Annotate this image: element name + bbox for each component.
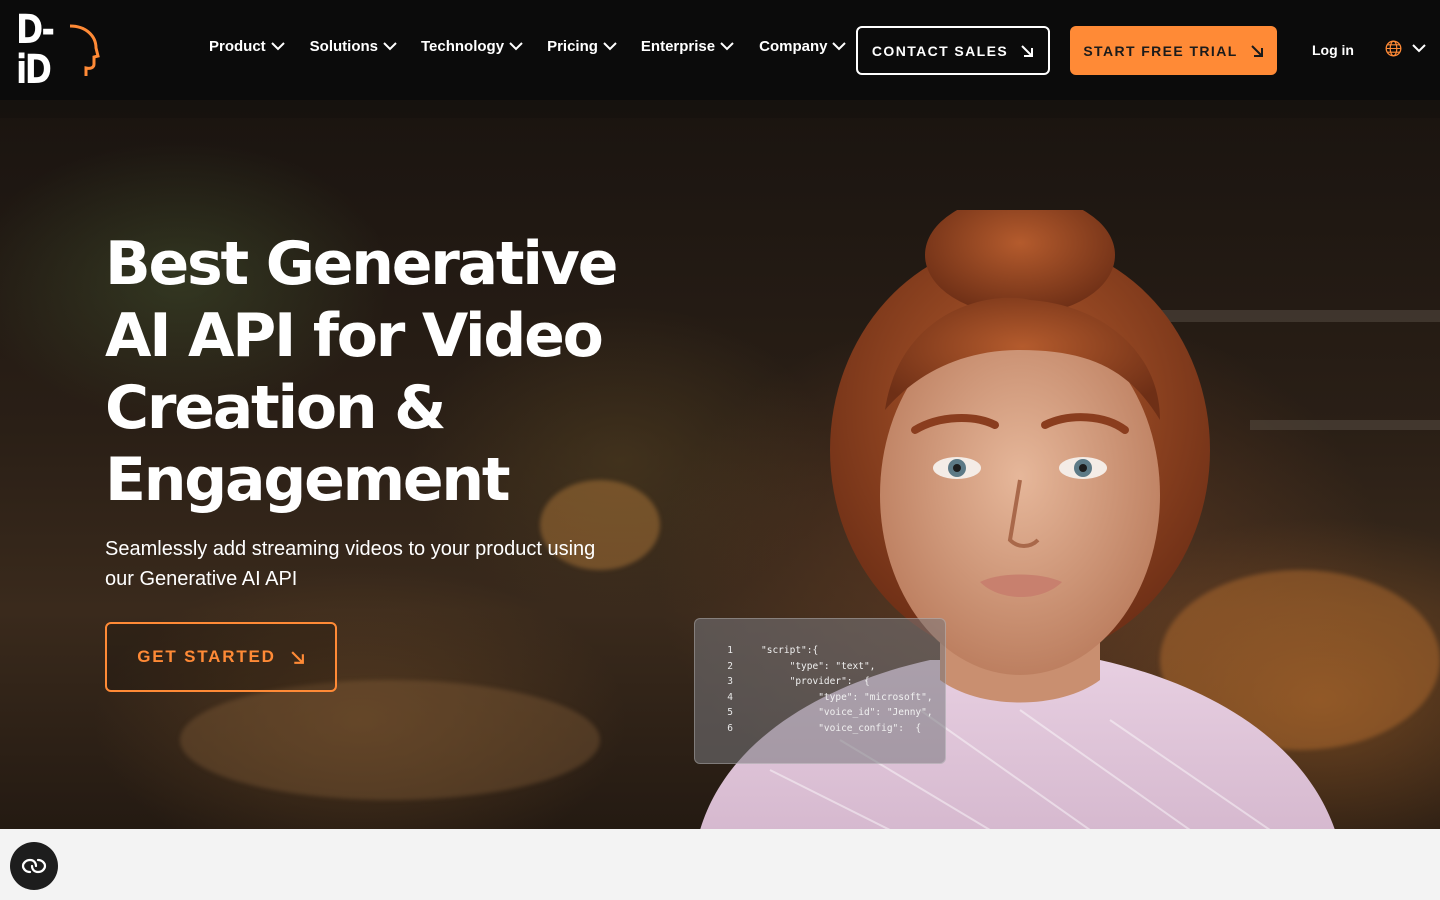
get-started-label: GET STARTED	[137, 647, 276, 666]
hero-section: Best Generative AI API for Video Creatio…	[0, 100, 1440, 829]
code-snippet-card: 1 "script":{ 2 "type": "text", 3 "provid…	[694, 618, 946, 764]
code-line-number: 5	[727, 707, 733, 719]
code-line: 6 "voice_config": {	[695, 721, 945, 737]
menu-item-product[interactable]: Product	[209, 38, 285, 55]
arrow-down-right-icon	[1021, 44, 1034, 57]
menu-label-solutions: Solutions	[309, 38, 378, 55]
chevron-down-icon	[270, 42, 285, 51]
contact-sales-label: CONTACT SALES	[871, 42, 1009, 59]
menu-label-pricing: Pricing	[547, 38, 598, 55]
code-line-text: "type": "microsoft",	[761, 691, 933, 703]
code-line-text: "script":{	[761, 645, 819, 657]
start-free-trial-label: START FREE TRIAL	[1083, 42, 1238, 59]
logo-head-icon	[69, 24, 100, 76]
code-line: 3 "provider": {	[695, 674, 945, 690]
top-navigation: D-iD Product Solutions Technology Pricin…	[0, 0, 1440, 100]
get-started-button[interactable]: GET STARTED	[105, 622, 337, 692]
chevron-down-icon	[509, 42, 523, 51]
hero-subtitle: Seamlessly add streaming videos to your …	[105, 538, 596, 590]
code-line-text: "provider": {	[761, 676, 870, 688]
code-line-number: 1	[727, 645, 733, 657]
globe-icon	[1385, 40, 1402, 57]
code-line: 5 "voice_id": "Jenny",	[695, 705, 945, 721]
arrow-down-right-icon	[1250, 44, 1263, 57]
menu-label-company: Company	[759, 38, 828, 55]
start-free-trial-button[interactable]: START FREE TRIAL	[1070, 26, 1277, 75]
menu-label-technology: Technology	[421, 38, 505, 55]
menu-item-enterprise[interactable]: Enterprise	[641, 38, 734, 55]
menu-item-company[interactable]: Company	[759, 38, 847, 55]
code-line-number: 2	[727, 660, 733, 672]
code-line-text: "voice_config": {	[761, 722, 922, 734]
code-line: 2 "type": "text",	[695, 659, 945, 675]
did-logo[interactable]: D-iD	[16, 10, 100, 90]
chevron-down-icon	[720, 42, 734, 51]
main-menu: Product Solutions Technology Pricing Ent…	[209, 38, 870, 55]
code-line: 1 "script":{	[695, 643, 945, 659]
code-line-number: 6	[727, 722, 733, 734]
code-line: 4 "type": "microsoft",	[695, 690, 945, 706]
code-line-number: 3	[727, 676, 733, 688]
menu-item-technology[interactable]: Technology	[421, 38, 523, 55]
code-line-text: "type": "text",	[761, 660, 876, 672]
accessibility-button[interactable]	[10, 842, 58, 890]
chevron-down-icon	[1412, 44, 1426, 53]
below-hero-area	[0, 829, 1440, 900]
background-shelf	[0, 100, 1440, 118]
arrow-down-right-icon	[291, 650, 304, 664]
hero-headline: Best Generative AI API for Video Creatio…	[105, 229, 618, 515]
chevron-down-icon	[383, 42, 397, 51]
language-selector[interactable]	[1385, 40, 1426, 57]
chevron-down-icon	[832, 42, 847, 51]
chevron-down-icon	[603, 42, 617, 51]
menu-item-pricing[interactable]: Pricing	[547, 38, 617, 55]
menu-label-product: Product	[209, 38, 266, 55]
background-desk-glow	[180, 680, 600, 800]
accessibility-icon	[21, 858, 47, 874]
contact-sales-button[interactable]: CONTACT SALES	[856, 26, 1050, 75]
code-line-number: 4	[727, 691, 733, 703]
menu-item-solutions[interactable]: Solutions	[310, 38, 397, 55]
code-line-text: "voice_id": "Jenny",	[761, 707, 933, 719]
menu-label-enterprise: Enterprise	[640, 38, 716, 55]
login-link[interactable]: Log in	[1312, 42, 1354, 58]
